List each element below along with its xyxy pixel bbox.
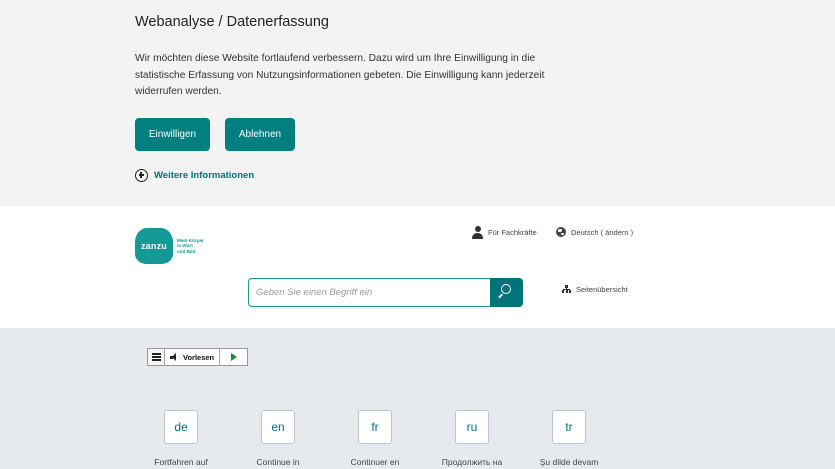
- language-caption-tr[interactable]: Şu dilde devam: [514, 457, 624, 467]
- consent-banner: Webanalyse / Datenerfassung Wir möchten …: [0, 0, 835, 206]
- zanzu-logo[interactable]: zanzu Mein Körper in Wort und Bild: [135, 228, 204, 264]
- play-icon: [230, 353, 237, 361]
- language-tile-ru[interactable]: ru: [455, 410, 489, 444]
- consent-text: Wir möchten diese Website fortlaufend ve…: [135, 53, 545, 97]
- person-icon: [472, 225, 483, 239]
- sitemap-link[interactable]: Seitenübersicht: [562, 282, 628, 296]
- logo-mark: zanzu: [135, 228, 173, 264]
- language-tile-en[interactable]: en: [261, 410, 295, 444]
- language-caption-ru[interactable]: Продолжить на: [417, 457, 527, 467]
- readspeaker-menu-button[interactable]: [148, 349, 165, 365]
- for-professionals-link[interactable]: Für Fachkräfte: [472, 225, 537, 239]
- sitemap-icon: [562, 285, 571, 293]
- accept-button[interactable]: Einwilligen: [135, 118, 210, 151]
- search-icon: [501, 284, 511, 294]
- globe-icon: [556, 227, 566, 237]
- for-professionals-label: Für Fachkräfte: [488, 227, 537, 237]
- language-tile-fr[interactable]: fr: [358, 410, 392, 444]
- sitemap-label: Seitenübersicht: [576, 284, 628, 294]
- decline-button[interactable]: Ablehnen: [225, 118, 295, 151]
- play-button[interactable]: [220, 349, 247, 365]
- language-tile-de[interactable]: de: [164, 410, 198, 444]
- language-switch-link[interactable]: Deutsch ( ändern ): [556, 225, 633, 239]
- language-caption-de[interactable]: Fortfahren auf: [126, 457, 236, 467]
- language-caption-fr[interactable]: Continuer en: [320, 457, 430, 467]
- language-tile-tr[interactable]: tr: [552, 410, 586, 444]
- read-aloud-button[interactable]: Vorlesen: [165, 349, 221, 365]
- readspeaker-toolbar: Vorlesen: [147, 348, 248, 366]
- speaker-icon: [170, 352, 180, 362]
- plus-circle-icon: [135, 168, 148, 182]
- language-label: Deutsch ( ändern ): [571, 227, 634, 237]
- language-caption-en[interactable]: Continue in: [223, 457, 333, 467]
- site-header: zanzu Mein Körper in Wort und Bild Für F…: [0, 206, 835, 328]
- search-input[interactable]: [248, 278, 491, 307]
- logo-tagline: Mein Körper in Wort und Bild: [177, 237, 204, 254]
- more-info-label: Weitere Informationen: [154, 169, 255, 181]
- consent-title: Webanalyse / Datenerfassung: [135, 14, 329, 30]
- search-button[interactable]: [490, 278, 523, 307]
- more-info-link[interactable]: Weitere Informationen: [135, 167, 254, 183]
- read-aloud-label: Vorlesen: [183, 352, 215, 362]
